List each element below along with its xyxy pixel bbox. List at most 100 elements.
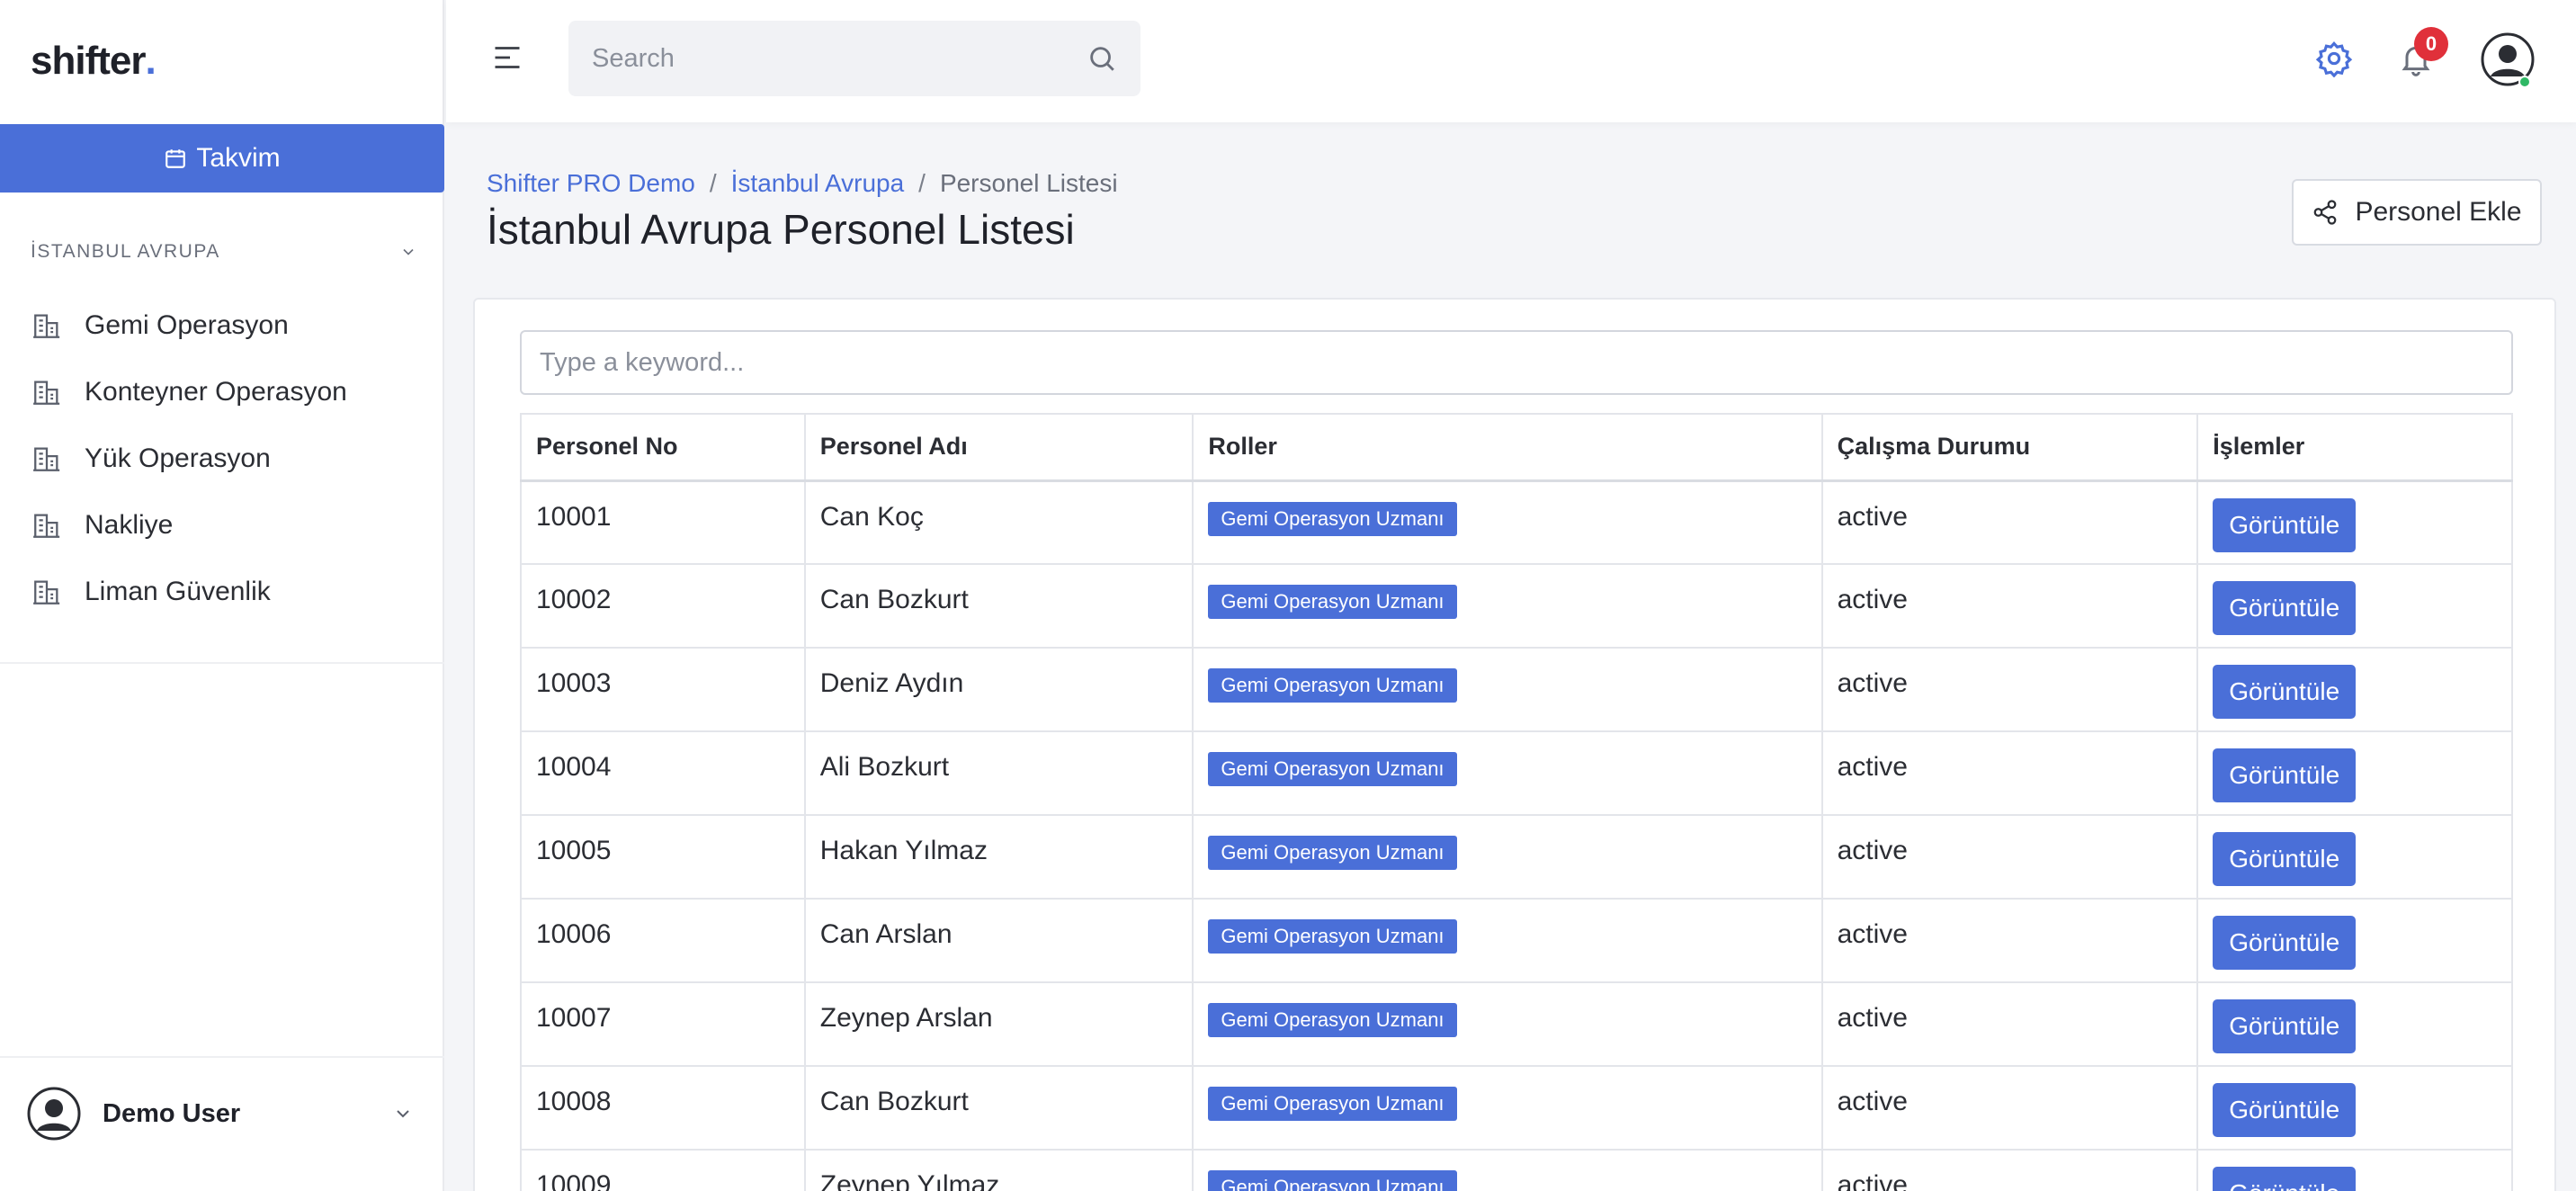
table-header-row: Personel No Personel Adı Roller Çalışma … xyxy=(520,413,2513,482)
table-row: 10005 Hakan Yılmaz Gemi Operasyon Uzmanı… xyxy=(520,814,2513,900)
cell-roles: Gemi Operasyon Uzmanı xyxy=(1192,479,1823,565)
breadcrumb-separator: / xyxy=(918,169,926,197)
menu-icon[interactable] xyxy=(491,41,523,74)
building-icon xyxy=(33,447,60,471)
cell-no: 10004 xyxy=(520,730,806,816)
chevron-down-icon xyxy=(403,248,414,255)
breadcrumb-link-region[interactable]: İstanbul Avrupa xyxy=(731,169,905,198)
view-button[interactable]: Görüntüle xyxy=(2213,916,2357,970)
cell-status: active xyxy=(1820,898,2199,983)
sidebar-item-nakliye[interactable]: Nakliye xyxy=(31,492,417,559)
cell-actions: Görüntüle xyxy=(2196,1149,2513,1191)
sidebar-item-konteyner-operasyon[interactable]: Konteyner Operasyon xyxy=(31,359,417,425)
table-row: 10009 Zeynep Yılmaz Gemi Operasyon Uzman… xyxy=(520,1149,2513,1191)
cell-no: 10008 xyxy=(520,1065,806,1151)
table-row: 10007 Zeynep Arslan Gemi Operasyon Uzman… xyxy=(520,981,2513,1067)
role-badge: Gemi Operasyon Uzmanı xyxy=(1208,1003,1457,1037)
share-icon xyxy=(2314,200,2337,225)
role-badge: Gemi Operasyon Uzmanı xyxy=(1208,919,1457,954)
column-header-name[interactable]: Personel Adı xyxy=(803,413,1194,482)
calendar-icon xyxy=(165,149,186,168)
cell-name: Can Koç xyxy=(803,479,1194,565)
column-header-no[interactable]: Personel No xyxy=(520,413,806,482)
breadcrumb-link-home[interactable]: Shifter PRO Demo xyxy=(487,169,695,198)
search-icon[interactable] xyxy=(1087,43,1117,74)
cell-name: Zeynep Yılmaz xyxy=(803,1149,1194,1191)
cell-status: active xyxy=(1820,647,2199,732)
sidebar-item-label: Nakliye xyxy=(85,510,174,540)
sidebar-item-label: Yük Operasyon xyxy=(85,443,271,473)
cell-name: Can Bozkurt xyxy=(803,563,1194,649)
table-row: 10004 Ali Bozkurt Gemi Operasyon Uzmanı … xyxy=(520,730,2513,816)
building-icon xyxy=(33,314,60,338)
cell-no: 10007 xyxy=(520,981,806,1067)
cell-status: active xyxy=(1820,814,2199,900)
cell-no: 10002 xyxy=(520,563,806,649)
column-header-roles[interactable]: Roller xyxy=(1192,413,1823,482)
sidebar-item-liman-guvenlik[interactable]: Liman Güvenlik xyxy=(31,559,417,625)
table-row: 10006 Can Arslan Gemi Operasyon Uzmanı a… xyxy=(520,898,2513,983)
sidebar: shifter. Takvim İSTANBUL AVRUPA Gemi Ope… xyxy=(0,0,444,1191)
table-row: 10002 Can Bozkurt Gemi Operasyon Uzmanı … xyxy=(520,563,2513,649)
cell-roles: Gemi Operasyon Uzmanı xyxy=(1192,1149,1823,1191)
brand-dot: . xyxy=(145,39,157,83)
sidebar-section-title: İSTANBUL AVRUPA xyxy=(31,241,220,262)
brand-logo[interactable]: shifter. xyxy=(0,0,443,122)
calendar-label: Takvim xyxy=(196,143,281,173)
view-button[interactable]: Görüntüle xyxy=(2213,497,2357,552)
cell-status: active xyxy=(1820,1065,2199,1151)
notification-badge: 0 xyxy=(2414,27,2448,61)
breadcrumb-separator: / xyxy=(709,169,717,197)
view-button[interactable]: Görüntüle xyxy=(2213,581,2357,635)
cell-name: Can Arslan xyxy=(803,898,1194,983)
cell-status: active xyxy=(1820,1149,2199,1191)
cell-no: 10009 xyxy=(520,1149,806,1191)
cell-status: active xyxy=(1820,730,2199,816)
cell-name: Can Bozkurt xyxy=(803,1065,1194,1151)
add-personnel-label: Personel Ekle xyxy=(2355,197,2522,227)
sidebar-item-label: Konteyner Operasyon xyxy=(85,377,347,407)
cell-name: Ali Bozkurt xyxy=(803,730,1194,816)
cell-actions: Görüntüle xyxy=(2196,1065,2513,1151)
role-badge: Gemi Operasyon Uzmanı xyxy=(1208,585,1457,619)
sidebar-item-label: Liman Güvenlik xyxy=(85,577,271,606)
keyword-filter-input[interactable] xyxy=(520,330,2513,395)
breadcrumb: Shifter PRO Demo / İstanbul Avrupa / Per… xyxy=(487,169,1118,198)
cell-actions: Görüntüle xyxy=(2196,647,2513,732)
cell-no: 10006 xyxy=(520,898,806,983)
role-badge: Gemi Operasyon Uzmanı xyxy=(1208,1087,1457,1121)
brand-name: shifter xyxy=(31,39,146,83)
building-icon xyxy=(33,514,60,538)
cell-actions: Görüntüle xyxy=(2196,814,2513,900)
cell-no: 10005 xyxy=(520,814,806,900)
view-button[interactable]: Görüntüle xyxy=(2213,832,2357,886)
role-badge: Gemi Operasyon Uzmanı xyxy=(1208,668,1457,703)
role-badge: Gemi Operasyon Uzmanı xyxy=(1208,836,1457,870)
column-header-status[interactable]: Çalışma Durumu xyxy=(1820,413,2199,482)
sidebar-item-yuk-operasyon[interactable]: Yük Operasyon xyxy=(31,425,417,492)
cell-actions: Görüntüle xyxy=(2196,898,2513,983)
calendar-button[interactable]: Takvim xyxy=(0,124,444,193)
cell-actions: Görüntüle xyxy=(2196,563,2513,649)
cell-status: active xyxy=(1820,479,2199,565)
view-button[interactable]: Görüntüle xyxy=(2213,1167,2357,1191)
topbar: 0 xyxy=(446,0,2576,122)
gear-icon[interactable] xyxy=(2315,40,2353,77)
column-header-actions: İşlemler xyxy=(2196,413,2513,482)
cell-no: 10001 xyxy=(520,479,806,565)
view-button[interactable]: Görüntüle xyxy=(2213,665,2357,719)
user-menu[interactable]: Demo User xyxy=(0,1056,444,1191)
cell-name: Deniz Aydın xyxy=(803,647,1194,732)
cell-actions: Görüntüle xyxy=(2196,981,2513,1067)
online-status-dot xyxy=(2518,76,2531,88)
view-button[interactable]: Görüntüle xyxy=(2213,1083,2357,1137)
add-personnel-button[interactable]: Personel Ekle xyxy=(2292,179,2542,246)
search-input[interactable] xyxy=(592,43,1087,74)
sidebar-section-toggle[interactable]: İSTANBUL AVRUPA xyxy=(31,241,417,263)
sidebar-nav: Gemi Operasyon Konteyner Operasyon Yük O… xyxy=(31,292,417,625)
view-button[interactable]: Görüntüle xyxy=(2213,748,2357,802)
personnel-card: Personel No Personel Adı Roller Çalışma … xyxy=(473,298,2556,1191)
sidebar-item-gemi-operasyon[interactable]: Gemi Operasyon xyxy=(31,292,417,359)
view-button[interactable]: Görüntüle xyxy=(2213,999,2357,1053)
user-name: Demo User xyxy=(103,1098,241,1128)
